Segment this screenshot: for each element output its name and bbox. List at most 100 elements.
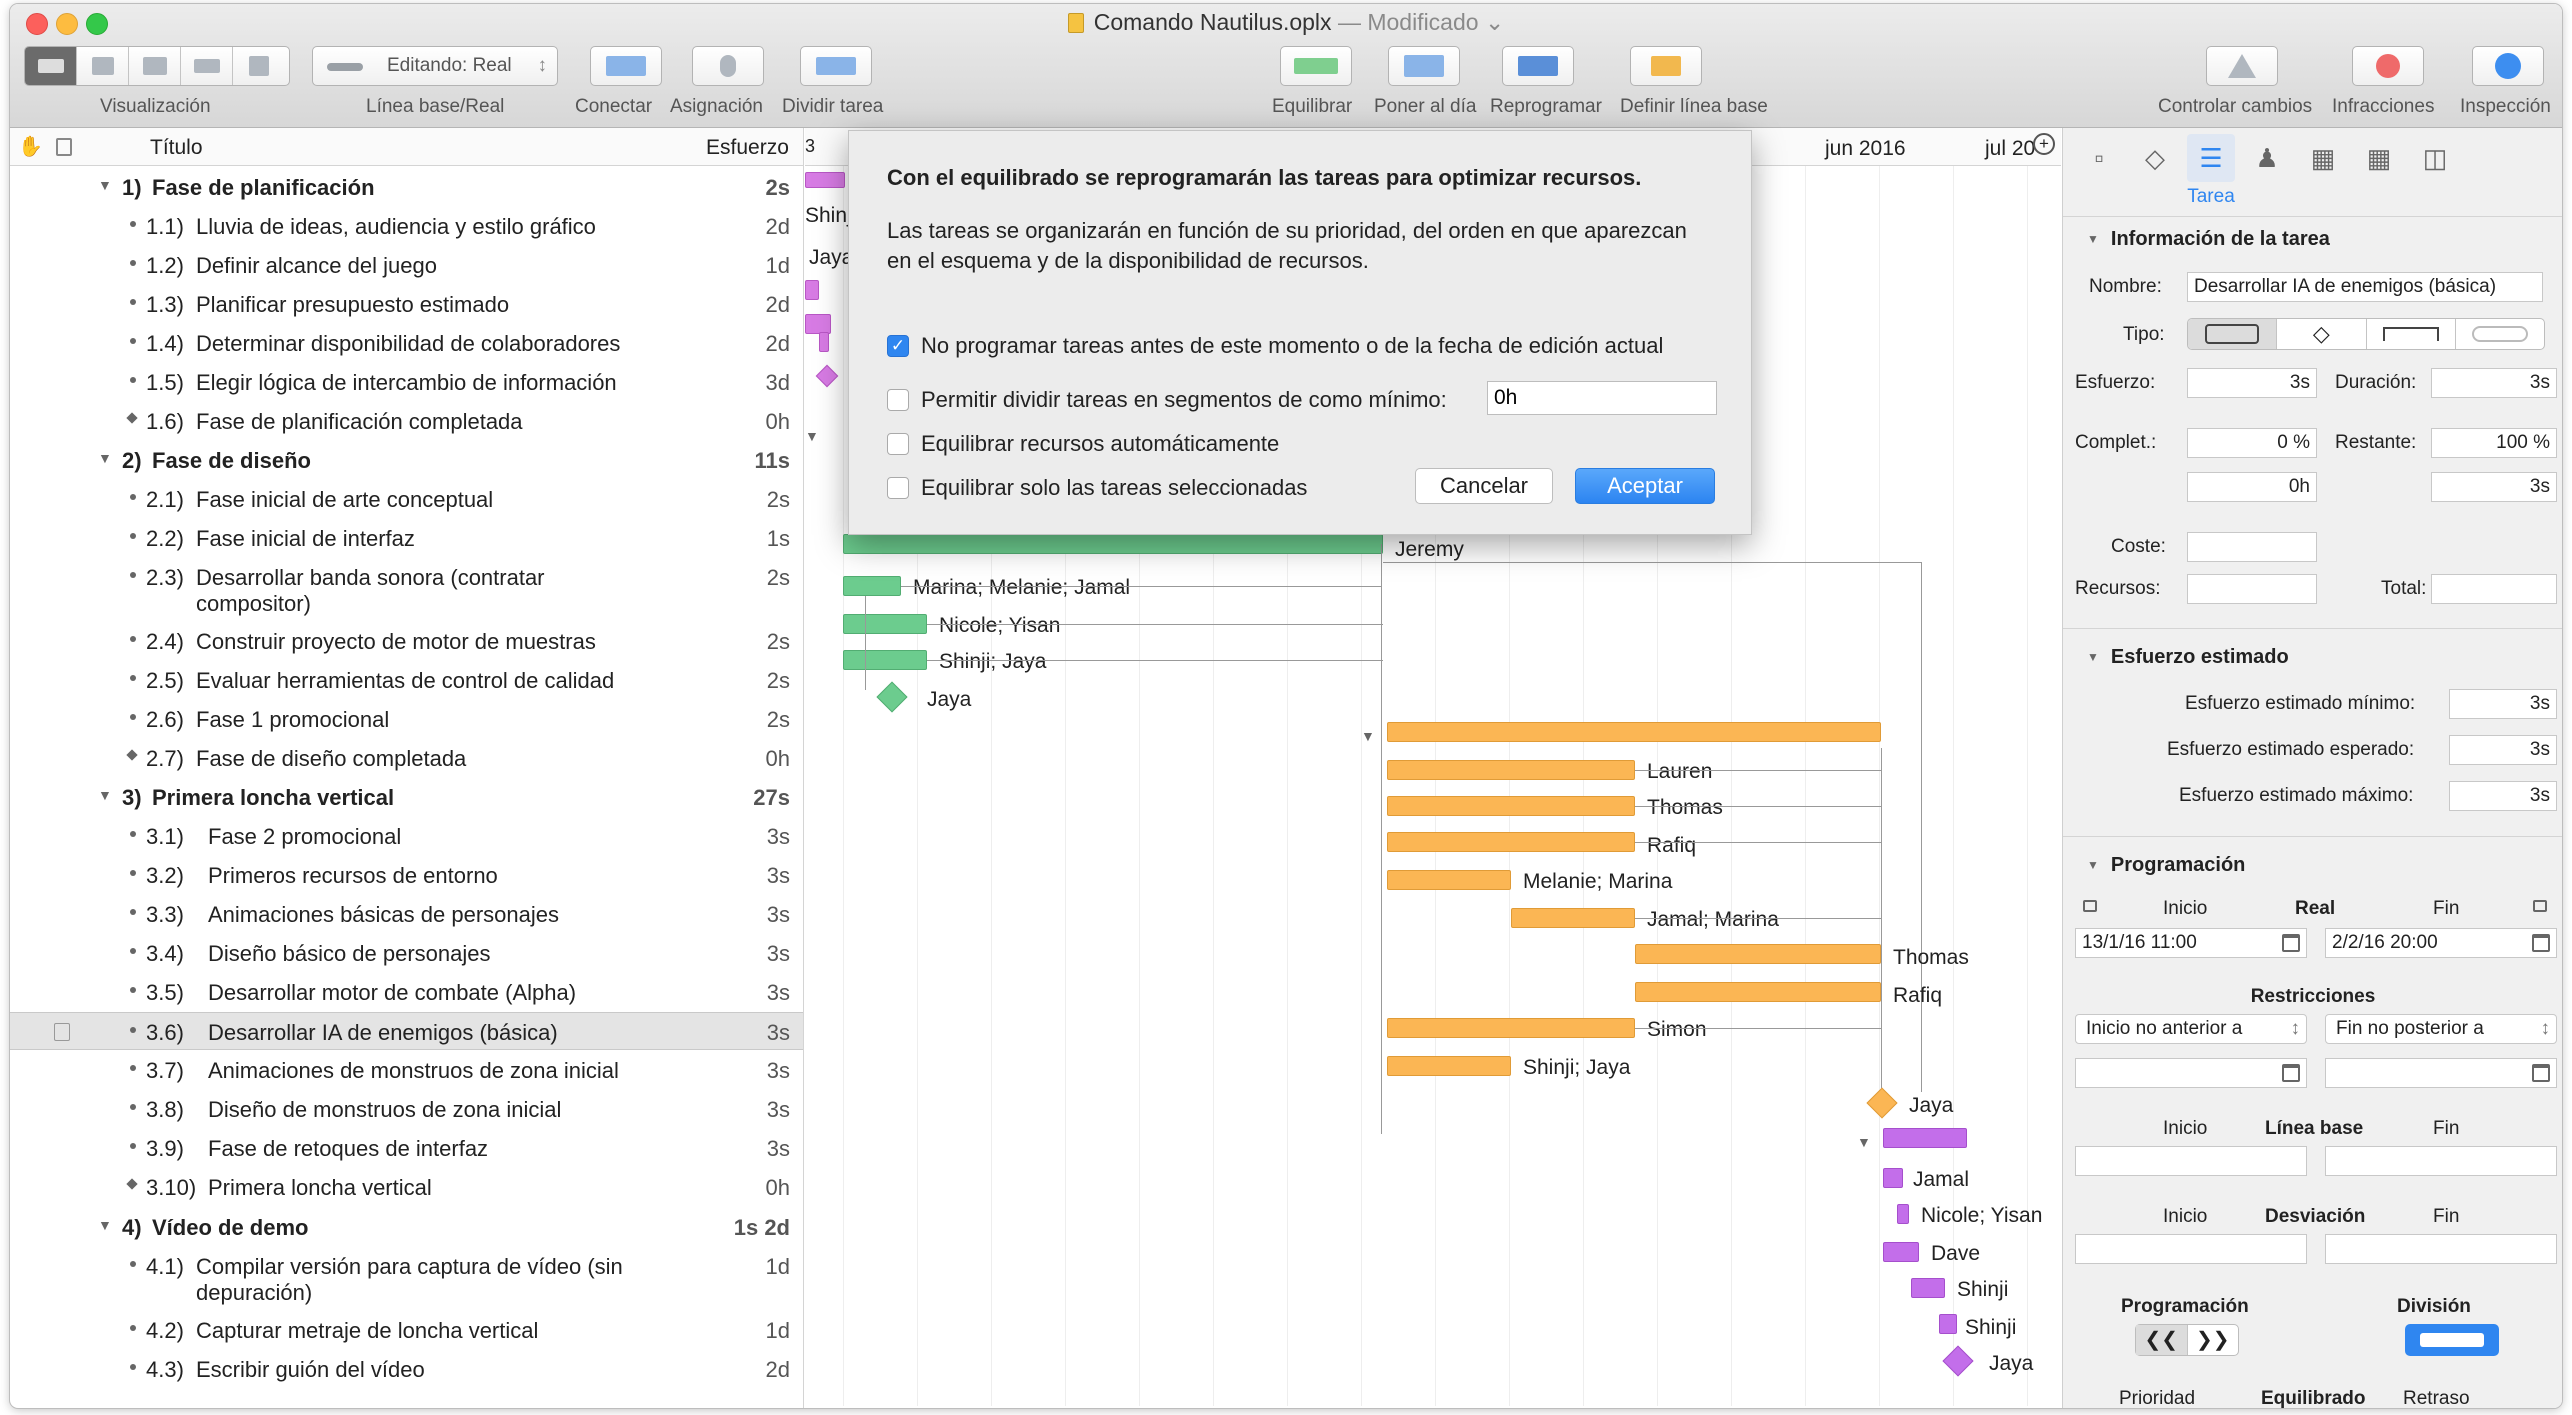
deviation-end-field[interactable] bbox=[2325, 1234, 2557, 1264]
row-title[interactable]: Fase de planificación bbox=[152, 175, 375, 201]
task-bar[interactable] bbox=[843, 614, 927, 634]
outline-task-row[interactable]: 4.3) Escribir guión del vídeo 2d bbox=[10, 1350, 803, 1388]
view-mode-segmented[interactable] bbox=[24, 46, 290, 86]
chevron-down-icon[interactable]: ⌄ bbox=[1485, 9, 1504, 35]
calendar-icon[interactable] bbox=[2282, 1064, 2300, 1082]
resource-label[interactable]: Marina; Melanie; Jamal bbox=[913, 576, 1130, 600]
resource-label[interactable]: Melanie; Marina bbox=[1523, 870, 1672, 894]
row-title[interactable]: Fase de planificación completada bbox=[196, 409, 523, 435]
row-title[interactable]: Construir proyecto de motor de muestras bbox=[196, 629, 596, 655]
resource-label[interactable]: Jamal; Marina bbox=[1647, 908, 1779, 932]
resources-field[interactable] bbox=[2187, 574, 2317, 604]
row-title-continued[interactable]: compositor) bbox=[196, 591, 311, 617]
task-bar[interactable] bbox=[1387, 1056, 1511, 1076]
task-type-icon[interactable] bbox=[2188, 319, 2278, 349]
row-title[interactable]: Diseño básico de personajes bbox=[208, 941, 491, 967]
hand-icon[interactable]: ✋ bbox=[18, 134, 43, 159]
no-schedule-before-option[interactable]: ✓ No programar tareas antes de este momen… bbox=[887, 333, 1663, 359]
resource-label[interactable]: Shinji bbox=[1957, 1278, 2008, 1302]
row-title-continued[interactable]: depuración) bbox=[196, 1280, 312, 1306]
set-baseline-button[interactable] bbox=[1630, 46, 1702, 86]
group-bar[interactable] bbox=[843, 534, 1383, 554]
outline-task-row[interactable]: 3.3) Animaciones básicas de personajes 3s bbox=[10, 895, 803, 933]
outline-group-row[interactable]: ▼ 2) Fase de diseño 11s bbox=[10, 441, 803, 479]
duration-field[interactable]: 3s bbox=[2431, 368, 2557, 398]
row-title[interactable]: Primera loncha vertical bbox=[208, 1175, 432, 1201]
start-constraint-popup[interactable]: Inicio no anterior a bbox=[2075, 1014, 2307, 1044]
table-tab-icon[interactable]: ▦ bbox=[2355, 134, 2403, 182]
outline-task-row[interactable]: 3.7) Animaciones de monstruos de zona ini… bbox=[10, 1051, 803, 1089]
deviation-start-field[interactable] bbox=[2075, 1234, 2307, 1264]
zoom-icon[interactable]: + bbox=[2033, 133, 2055, 155]
row-title[interactable]: Fase de diseño bbox=[152, 448, 311, 474]
forward-icon[interactable]: ❯❯ bbox=[2188, 1325, 2239, 1355]
resource-tab-icon[interactable]: ♟ bbox=[2243, 134, 2291, 182]
outline-task-row[interactable]: 2.1) Fase inicial de arte conceptual 2s bbox=[10, 480, 803, 518]
resource-label[interactable]: Jaya bbox=[809, 246, 853, 270]
resource-label[interactable]: Nicole; Yisan bbox=[939, 614, 1060, 638]
resource-label[interactable]: Jaya bbox=[1909, 1094, 1953, 1118]
task-bar[interactable] bbox=[1387, 870, 1511, 890]
accept-button[interactable]: Aceptar bbox=[1575, 468, 1715, 504]
resource-view-icon[interactable] bbox=[77, 47, 129, 85]
outline-task-row[interactable]: 3.4) Diseño básico de personajes 3s bbox=[10, 934, 803, 972]
calendar-icon[interactable] bbox=[2282, 934, 2300, 952]
checkbox-checked[interactable]: ✓ bbox=[887, 335, 909, 357]
task-bar[interactable] bbox=[843, 650, 927, 670]
styles-view-icon[interactable] bbox=[233, 47, 285, 85]
outline-milestone-row[interactable]: 1.6) Fase de planificación completada 0h bbox=[10, 402, 803, 440]
lock-icon[interactable] bbox=[2533, 900, 2547, 912]
row-title[interactable]: Animaciones de monstruos de zona inicial bbox=[208, 1058, 619, 1084]
milestone-icon[interactable]: ◇ bbox=[2131, 134, 2179, 182]
row-title[interactable]: Elegir lógica de intercambio de informac… bbox=[196, 370, 617, 396]
calendar-icon[interactable] bbox=[2532, 934, 2550, 952]
note-icon[interactable] bbox=[56, 138, 72, 156]
column-title-header[interactable]: Título bbox=[150, 136, 203, 160]
disclosure-triangle-icon[interactable]: ▼ bbox=[98, 787, 112, 803]
scheduling-direction-segmented[interactable]: ❮❮ ❯❯ bbox=[2135, 1324, 2239, 1356]
disclosure-triangle-icon[interactable]: ▼ bbox=[98, 450, 112, 466]
checkbox[interactable] bbox=[887, 433, 909, 455]
hammock-type-icon[interactable] bbox=[2456, 319, 2544, 349]
row-title[interactable]: Fase 1 promocional bbox=[196, 707, 389, 733]
outline-task-row[interactable]: 3.1) Fase 2 promocional 3s bbox=[10, 817, 803, 855]
task-info-section[interactable]: Información de la tarea bbox=[2087, 228, 2330, 251]
min-segment-input[interactable] bbox=[1487, 381, 1717, 415]
row-title[interactable]: Compilar versión para captura de vídeo (… bbox=[196, 1254, 623, 1280]
resource-label[interactable]: Jaya bbox=[927, 688, 971, 712]
row-title[interactable]: Lluvia de ideas, audiencia y estilo gráf… bbox=[196, 214, 596, 240]
outline-task-row[interactable]: 3.2) Primeros recursos de entorno 3s bbox=[10, 856, 803, 894]
reschedule-button[interactable] bbox=[1502, 46, 1574, 86]
checkbox[interactable] bbox=[887, 389, 909, 411]
calendar-icon[interactable] bbox=[2532, 1064, 2550, 1082]
estimated-effort-section[interactable]: Esfuerzo estimado bbox=[2087, 646, 2289, 669]
task-bar[interactable] bbox=[805, 280, 819, 300]
start-constraint-date[interactable] bbox=[2075, 1058, 2307, 1088]
row-title[interactable]: Escribir guión del vídeo bbox=[196, 1357, 425, 1383]
baseline-actual-popup[interactable]: Editando: Real bbox=[312, 46, 558, 86]
row-title[interactable]: Fase de diseño completada bbox=[196, 746, 466, 772]
document-tab-icon[interactable]: ◫ bbox=[2411, 134, 2459, 182]
row-title[interactable]: Primera loncha vertical bbox=[152, 785, 394, 811]
row-title[interactable]: Evaluar herramientas de control de calid… bbox=[196, 668, 614, 694]
task-bar[interactable] bbox=[1635, 944, 1881, 964]
outline-task-row[interactable]: 2.6) Fase 1 promocional 2s bbox=[10, 700, 803, 738]
group-bar[interactable] bbox=[1883, 1128, 1967, 1148]
row-title[interactable]: Desarrollar IA de enemigos (básica) bbox=[208, 1020, 558, 1046]
row-title[interactable]: Fase 2 promocional bbox=[208, 824, 401, 850]
task-bar[interactable] bbox=[1883, 1242, 1919, 1262]
milestone-marker[interactable] bbox=[876, 681, 908, 713]
task-bar[interactable] bbox=[1635, 982, 1881, 1002]
disclosure-triangle-icon[interactable]: ▼ bbox=[98, 1217, 112, 1233]
effort-field[interactable]: 3s bbox=[2187, 368, 2317, 398]
connect-button[interactable] bbox=[590, 46, 662, 86]
outline-task-row[interactable]: 2.2) Fase inicial de interfaz 1s bbox=[10, 519, 803, 557]
resource-label[interactable]: Shinji bbox=[1965, 1316, 2016, 1340]
resource-label[interactable]: Lauren bbox=[1647, 760, 1712, 784]
lock-icon[interactable] bbox=[2083, 900, 2097, 912]
split-task-button[interactable] bbox=[800, 46, 872, 86]
level-selected-option[interactable]: Equilibrar solo las tareas seleccionadas bbox=[887, 475, 1307, 501]
outline-task-row[interactable]: 2.5) Evaluar herramientas de control de c… bbox=[10, 661, 803, 699]
task-bar[interactable] bbox=[819, 332, 829, 352]
baseline-start-field[interactable] bbox=[2075, 1146, 2307, 1176]
